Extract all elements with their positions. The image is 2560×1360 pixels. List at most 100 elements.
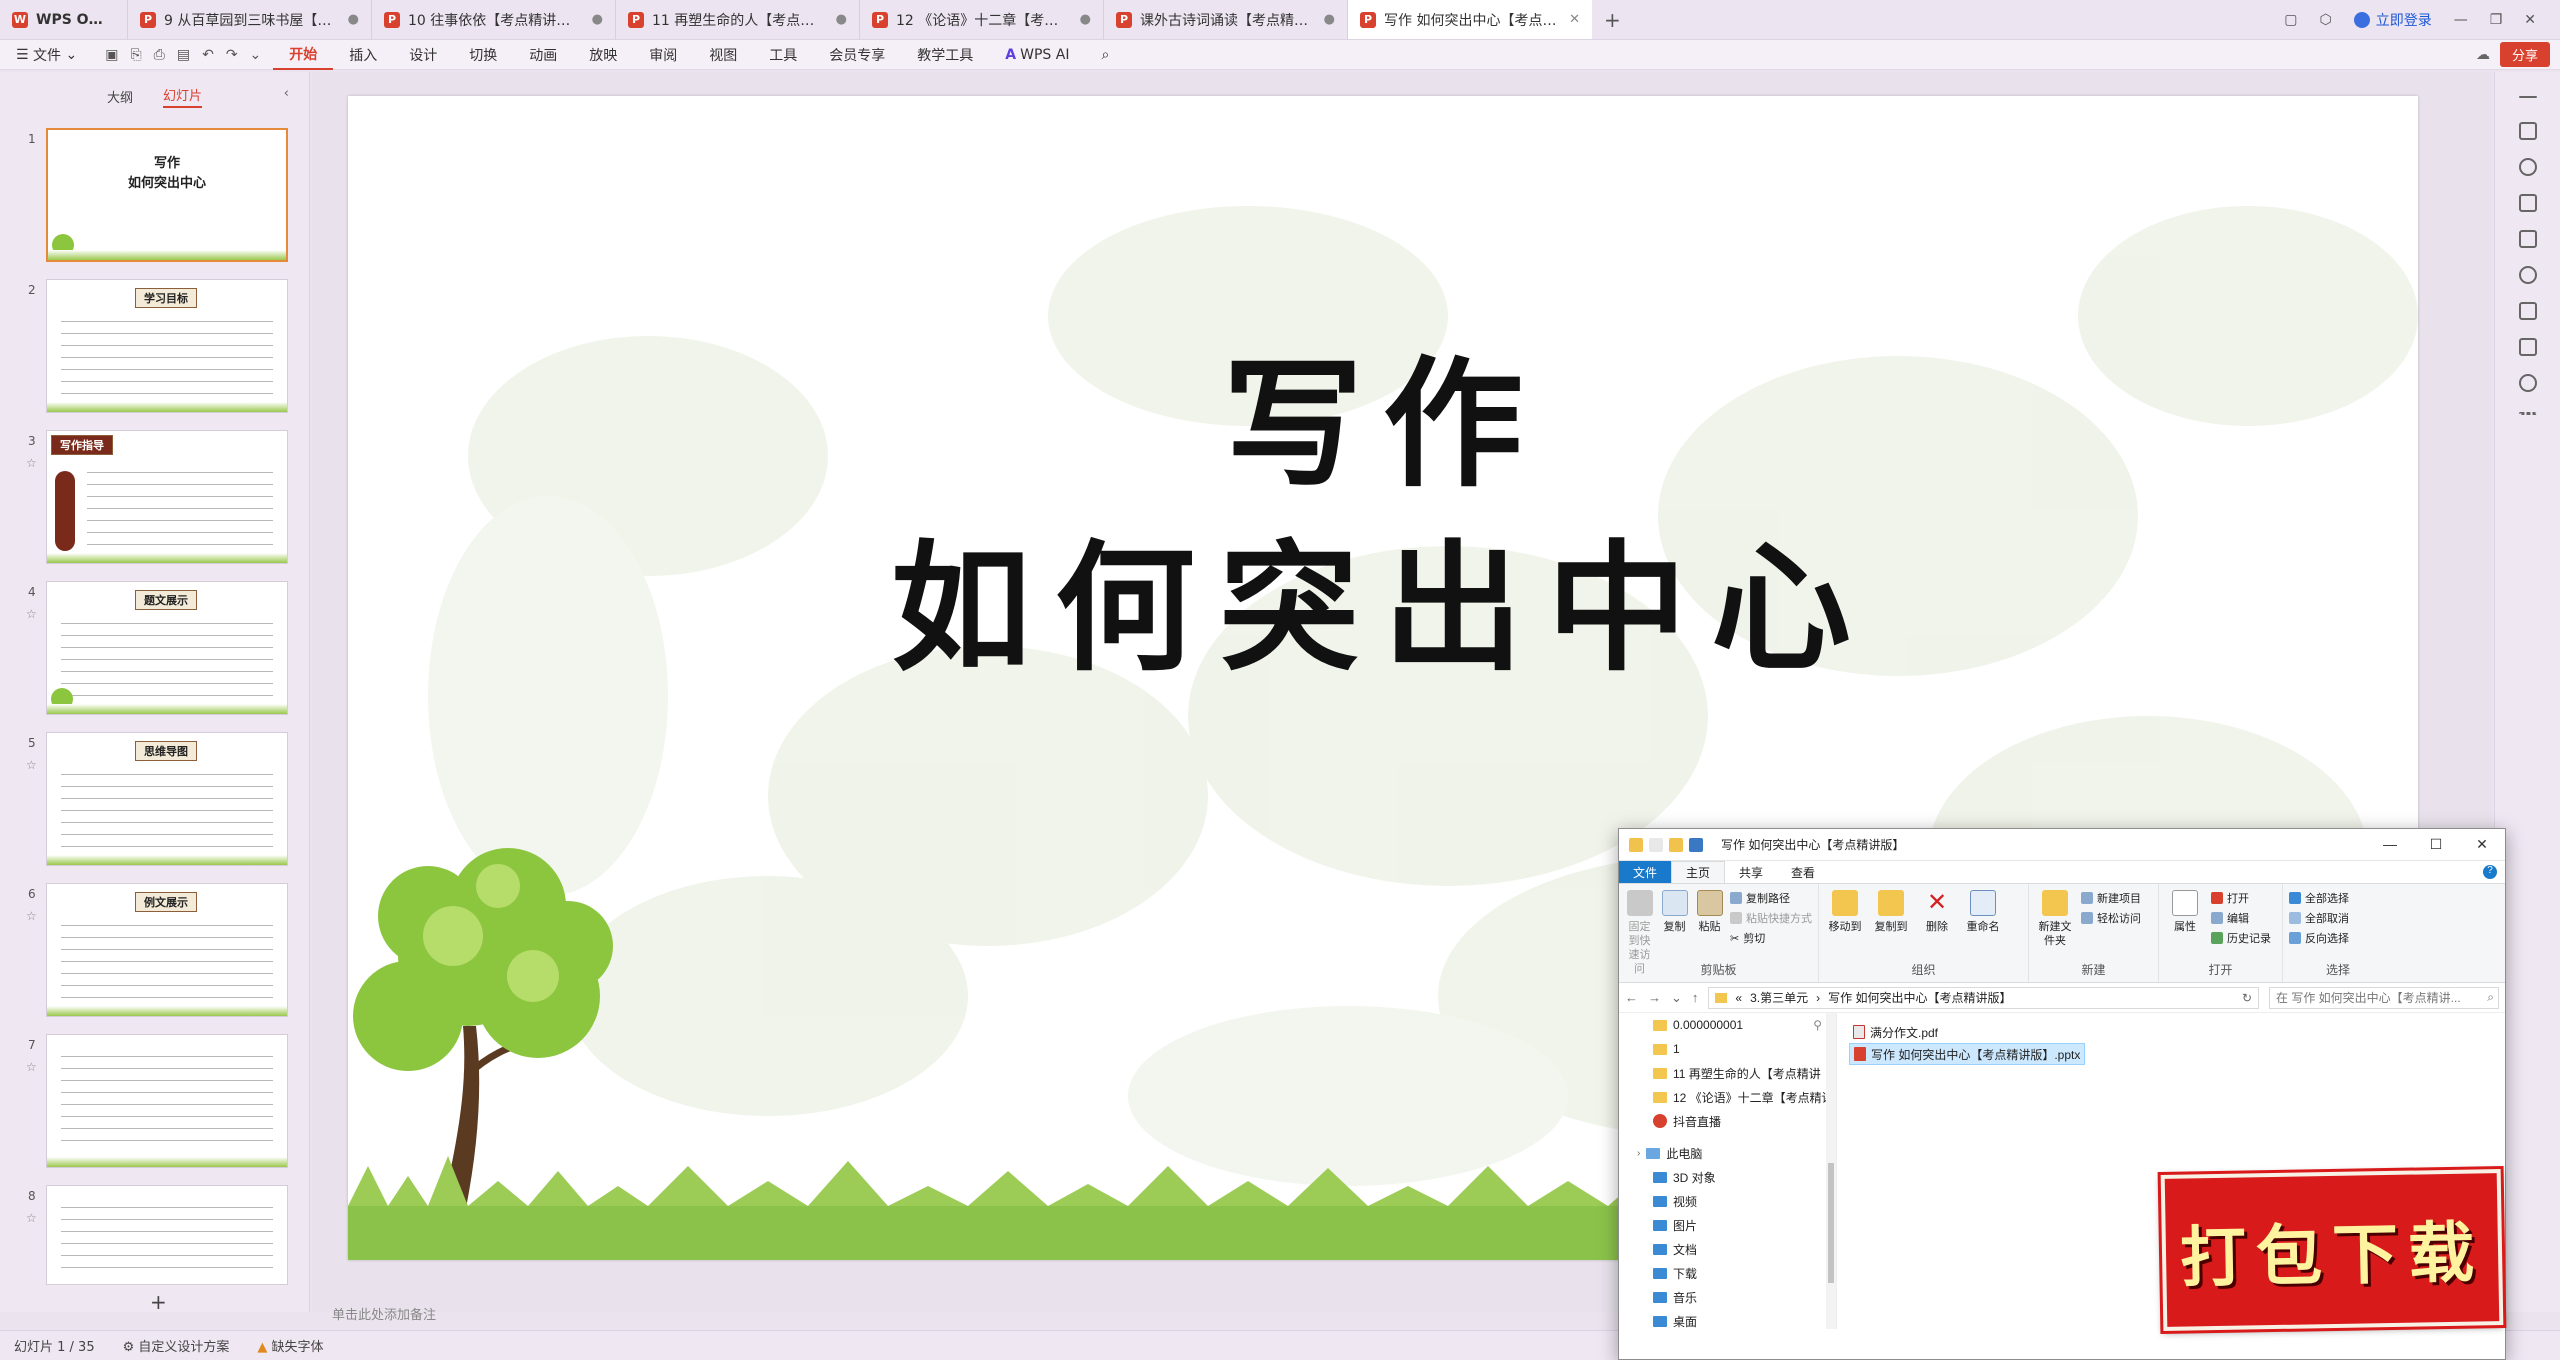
refresh-icon[interactable]: ↻ bbox=[2242, 991, 2252, 1005]
shirt-icon[interactable] bbox=[2519, 338, 2537, 356]
tab-review[interactable]: 审阅 bbox=[633, 40, 693, 70]
tab-home[interactable]: 主页 bbox=[1671, 861, 1726, 883]
star-icon[interactable] bbox=[2519, 158, 2537, 176]
tab-file[interactable]: 文件 bbox=[1619, 861, 1672, 883]
nav-folder-item[interactable]: 文档 bbox=[1619, 1237, 1836, 1261]
edit-button[interactable]: 编辑 bbox=[2211, 910, 2271, 926]
cut-button[interactable]: ✂ 剪切 bbox=[1730, 930, 1812, 946]
star-icon[interactable]: ☆ bbox=[26, 909, 37, 923]
star-icon[interactable]: ☆ bbox=[26, 758, 37, 772]
search-icon[interactable]: ⌕ bbox=[1085, 40, 1125, 70]
add-slide-button[interactable]: + bbox=[150, 1290, 167, 1314]
print-icon[interactable]: ⎙ bbox=[154, 47, 165, 63]
slide-thumbnail[interactable]: 写作 如何突出中心 bbox=[46, 128, 288, 262]
tab-view[interactable]: 查看 bbox=[1777, 861, 1829, 883]
wand-icon[interactable] bbox=[2519, 266, 2537, 284]
undo-icon[interactable]: ↶ bbox=[202, 47, 214, 63]
star-icon[interactable]: ☆ bbox=[26, 1211, 37, 1225]
properties-icon[interactable] bbox=[1649, 837, 1663, 852]
preview-icon[interactable]: ▤ bbox=[177, 47, 190, 63]
close-icon[interactable]: ✕ bbox=[2459, 836, 2505, 853]
save-icon[interactable]: ▣ bbox=[105, 47, 118, 63]
missing-font-button[interactable]: ▲ 缺失字体 bbox=[257, 1336, 323, 1355]
nav-folder-item[interactable]: 音乐 bbox=[1619, 1285, 1836, 1309]
slide-thumbnail[interactable]: 题文展示 bbox=[46, 581, 288, 715]
file-menu[interactable]: ☰ 文件 ⌄ bbox=[0, 40, 93, 70]
tab-document[interactable]: P 12 《论语》十二章【考点精讲版】.p ● bbox=[860, 0, 1104, 39]
minimize-icon[interactable]: — bbox=[2454, 12, 2468, 28]
copy-path-button[interactable]: 复制路径 bbox=[1730, 890, 1812, 906]
tab-slideshow[interactable]: 放映 bbox=[573, 40, 633, 70]
tab-slides[interactable]: 幻灯片 bbox=[163, 85, 203, 108]
image-icon[interactable] bbox=[2519, 230, 2537, 248]
nav-folder-item[interactable]: 图片 bbox=[1619, 1213, 1836, 1237]
tab-document-active[interactable]: P 写作 如何突出中心【考点精讲 ✕ bbox=[1348, 0, 1592, 39]
tab-teaching-tools[interactable]: 教学工具 bbox=[901, 40, 989, 70]
skin-icon[interactable]: ⬡ bbox=[2319, 12, 2331, 28]
tab-view[interactable]: 视图 bbox=[693, 40, 753, 70]
nav-this-pc[interactable]: › 此电脑 bbox=[1619, 1141, 1836, 1165]
nav-folder-item[interactable]: 下载 bbox=[1619, 1261, 1836, 1285]
copy-icon[interactable] bbox=[2519, 194, 2537, 212]
slide-thumbnail[interactable]: 例文展示 bbox=[46, 883, 288, 1017]
tab-document[interactable]: P 11 再塑生命的人【考点精讲版】.p ● bbox=[616, 0, 860, 39]
search-input[interactable]: 在 写作 如何突出中心【考点精讲... ⌕ bbox=[2269, 986, 2499, 1009]
history-button[interactable]: 历史记录 bbox=[2211, 930, 2271, 946]
tab-document[interactable]: P 10 往事依依【考点精讲版】.pptx ● bbox=[372, 0, 616, 39]
easy-access-button[interactable]: 轻松访问 bbox=[2081, 910, 2141, 926]
nav-folder-item[interactable]: 3D 对象 bbox=[1619, 1165, 1836, 1189]
close-window-icon[interactable]: ✕ bbox=[2524, 12, 2536, 28]
login-button[interactable]: 立即登录 bbox=[2353, 10, 2432, 30]
up-arrow-icon[interactable]: ↑ bbox=[1692, 990, 1699, 1005]
design-scheme-button[interactable]: ⚙ 自定义设计方案 bbox=[123, 1336, 230, 1355]
breadcrumb-segment[interactable]: 写作 如何突出中心【考点精讲版】 bbox=[1828, 989, 2011, 1006]
window-layout-icon[interactable]: ▢ bbox=[2284, 12, 2297, 28]
forward-arrow-icon[interactable]: → bbox=[1648, 990, 1661, 1005]
tab-animation[interactable]: 动画 bbox=[513, 40, 573, 70]
slide-thumbnail[interactable] bbox=[46, 1185, 288, 1285]
help-icon[interactable] bbox=[2519, 374, 2537, 392]
nav-scrollbar[interactable] bbox=[1826, 1013, 1836, 1329]
close-dot-icon[interactable]: ● bbox=[1324, 12, 1335, 27]
back-arrow-icon[interactable]: ← bbox=[1625, 990, 1638, 1005]
recent-chevron-icon[interactable]: ⌄ bbox=[1671, 990, 1682, 1006]
close-dot-icon[interactable]: ● bbox=[1080, 12, 1091, 27]
close-dot-icon[interactable]: ● bbox=[836, 12, 847, 27]
file-item-selected[interactable]: 写作 如何突出中心【考点精讲版】.pptx bbox=[1849, 1043, 2086, 1065]
tab-tools[interactable]: 工具 bbox=[753, 40, 813, 70]
tab-member[interactable]: 会员专享 bbox=[813, 40, 901, 70]
slide-title-line1[interactable]: 写作 bbox=[348, 312, 2418, 514]
tab-home[interactable]: 开始 bbox=[273, 40, 334, 70]
file-item[interactable]: 满分作文.pdf bbox=[1849, 1021, 1942, 1043]
slide-thumbnail[interactable]: 学习目标 bbox=[46, 279, 288, 413]
new-tab-button[interactable]: + bbox=[1592, 0, 1633, 39]
tab-transition[interactable]: 切换 bbox=[453, 40, 513, 70]
nav-folder-item[interactable]: 视频 bbox=[1619, 1189, 1836, 1213]
minimize-icon[interactable]: — bbox=[2367, 836, 2413, 853]
tab-wps-home[interactable]: W WPS Office bbox=[0, 0, 128, 39]
nav-folder-item[interactable]: 12 《论语》十二章【考点精讲 bbox=[1619, 1085, 1836, 1109]
tab-insert[interactable]: 插入 bbox=[333, 40, 393, 70]
slide-thumbnail[interactable]: 思维导图 bbox=[46, 732, 288, 866]
star-icon[interactable]: ☆ bbox=[26, 1060, 37, 1074]
minimize-panel-icon[interactable] bbox=[2519, 96, 2537, 98]
tab-document[interactable]: P 课外古诗词诵读【考点精讲版】.p ● bbox=[1104, 0, 1348, 39]
tab-outline[interactable]: 大纲 bbox=[107, 87, 133, 106]
more-icon[interactable] bbox=[2519, 412, 2537, 415]
close-dot-icon[interactable]: ● bbox=[348, 12, 359, 27]
nav-folder-item[interactable]: 抖音直播 bbox=[1619, 1109, 1836, 1133]
star-icon[interactable]: ☆ bbox=[26, 456, 37, 470]
cloud-icon[interactable]: ☁ bbox=[2476, 47, 2490, 63]
undo-icon[interactable] bbox=[1689, 837, 1703, 852]
export-icon[interactable]: ⎘ bbox=[130, 47, 141, 63]
download-package-badge[interactable]: 打包下载 bbox=[2160, 1169, 2504, 1331]
breadcrumb-overflow[interactable]: « bbox=[1735, 991, 1742, 1005]
slide-title-line2[interactable]: 如何突出中心 bbox=[348, 496, 2418, 698]
new-item-button[interactable]: 新建项目 bbox=[2081, 890, 2141, 906]
book-icon[interactable] bbox=[2519, 302, 2537, 320]
help-icon[interactable]: ? bbox=[2483, 865, 2497, 879]
tab-document[interactable]: P 9 从百草园到三味书屋【考点精讲 ● bbox=[128, 0, 372, 39]
redo-icon[interactable]: ↷ bbox=[226, 47, 238, 63]
slide-thumbnail[interactable] bbox=[46, 1034, 288, 1168]
paste-shortcut-button[interactable]: 粘贴快捷方式 bbox=[1730, 910, 1812, 926]
